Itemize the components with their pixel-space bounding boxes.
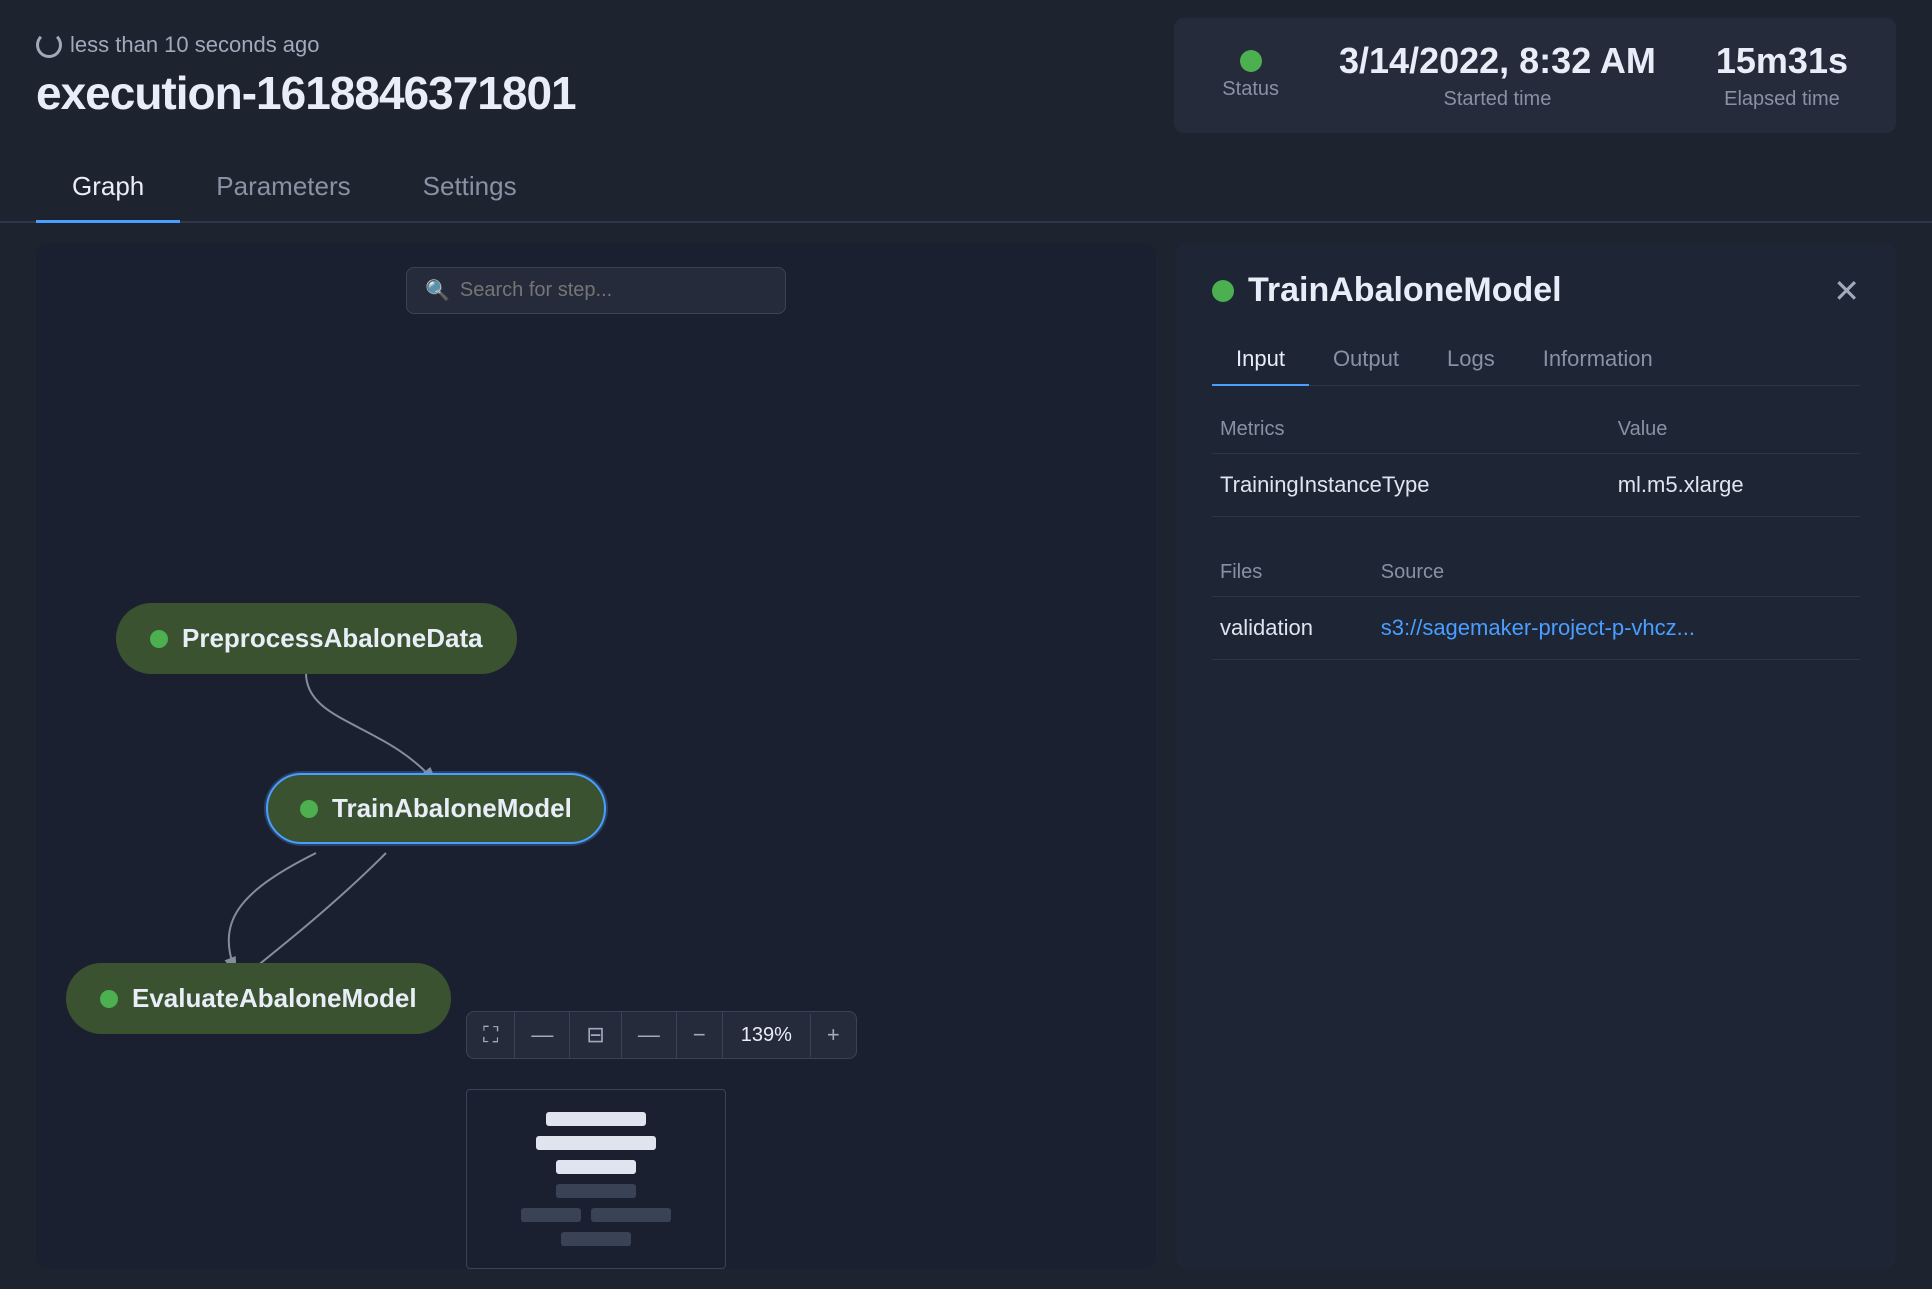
files-col-header: Files [1212, 549, 1373, 597]
tab-parameters[interactable]: Parameters [180, 153, 386, 223]
mini-map-bar-1 [546, 1112, 646, 1126]
mini-map-bar-2 [536, 1136, 656, 1150]
mini-map [466, 1089, 726, 1269]
node-preprocess-label: PreprocessAbaloneData [182, 623, 483, 654]
detail-title-dot [1212, 280, 1234, 302]
status-value-dot [1240, 50, 1262, 72]
status-item-elapsed: 15m31s Elapsed time [1716, 40, 1848, 111]
status-item-started: 3/14/2022, 8:32 AM Started time [1339, 40, 1656, 111]
refresh-bar: less than 10 seconds ago [36, 32, 576, 58]
zoom-plus-btn[interactable]: + [811, 1012, 856, 1058]
node-train[interactable]: TrainAbaloneModel [266, 773, 606, 844]
zoom-out-btn[interactable]: ― [622, 1012, 677, 1058]
zoom-fit-btn[interactable]: ⛶ [467, 1012, 515, 1058]
node-preprocess-dot [150, 630, 168, 648]
node-evaluate-label: EvaluateAbaloneModel [132, 983, 417, 1014]
zoom-level: 139% [723, 1014, 811, 1057]
header: less than 10 seconds ago execution-16188… [0, 0, 1932, 143]
detail-tab-input[interactable]: Input [1212, 334, 1309, 386]
zoom-fit2-btn[interactable]: ⊟ [570, 1012, 621, 1058]
detail-panel: TrainAbaloneModel ✕ Input Output Logs In… [1176, 243, 1896, 1269]
detail-tab-logs[interactable]: Logs [1423, 334, 1519, 386]
node-evaluate[interactable]: EvaluateAbaloneModel [66, 963, 451, 1034]
files-row-1: validation s3://sagemaker-project-p-vhcz… [1212, 597, 1860, 660]
files-table: Files Source validation s3://sagemaker-p… [1212, 549, 1860, 660]
close-btn[interactable]: ✕ [1833, 272, 1860, 310]
zoom-sm-btn[interactable]: ― [515, 1012, 570, 1058]
node-evaluate-dot [100, 990, 118, 1008]
detail-title: TrainAbaloneModel [1212, 271, 1562, 310]
elapsed-time-label: Elapsed time [1724, 88, 1840, 111]
started-time-label: Started time [1444, 88, 1552, 111]
search-icon: 🔍 [425, 278, 450, 303]
main-content: 🔍 PreprocessAbaloneData TrainAbaloneMo [0, 223, 1932, 1289]
node-preprocess[interactable]: PreprocessAbaloneData [116, 603, 517, 674]
mini-map-bar-7 [561, 1232, 631, 1246]
metrics-row-1-value: ml.m5.xlarge [1610, 454, 1860, 517]
header-left: less than 10 seconds ago execution-16188… [36, 32, 576, 120]
execution-title: execution-1618846371801 [36, 66, 576, 120]
metrics-row-1-metric: TrainingInstanceType [1212, 454, 1610, 517]
metrics-row-1: TrainingInstanceType ml.m5.xlarge [1212, 454, 1860, 517]
status-card: Status 3/14/2022, 8:32 AM Started time 1… [1174, 18, 1896, 133]
zoom-controls: ⛶ ― ⊟ ― − 139% + [466, 1011, 857, 1059]
zoom-minus-btn[interactable]: − [677, 1012, 723, 1058]
mini-map-bar-3 [556, 1160, 636, 1174]
detail-tab-information[interactable]: Information [1519, 334, 1677, 386]
detail-tab-output[interactable]: Output [1309, 334, 1423, 386]
main-tabs: Graph Parameters Settings [0, 153, 1932, 223]
metrics-col-header: Metrics [1212, 406, 1610, 454]
search-input[interactable] [460, 279, 767, 302]
source-col-header: Source [1373, 549, 1860, 597]
status-green-dot [1240, 50, 1262, 72]
search-bar[interactable]: 🔍 [406, 267, 786, 314]
value-col-header: Value [1610, 406, 1860, 454]
tab-settings[interactable]: Settings [387, 153, 553, 223]
status-label: Status [1222, 78, 1279, 101]
started-time-value: 3/14/2022, 8:32 AM [1339, 40, 1656, 82]
status-item-status: Status [1222, 50, 1279, 101]
tab-graph[interactable]: Graph [36, 153, 180, 223]
detail-header: TrainAbaloneModel ✕ [1212, 271, 1860, 310]
files-row-1-file: validation [1212, 597, 1373, 660]
mini-map-bar-6 [591, 1208, 671, 1222]
files-row-1-source[interactable]: s3://sagemaker-project-p-vhcz... [1373, 597, 1860, 660]
refresh-icon[interactable] [36, 32, 62, 58]
refresh-text: less than 10 seconds ago [70, 32, 320, 58]
elapsed-time-value: 15m31s [1716, 40, 1848, 82]
detail-tabs: Input Output Logs Information [1212, 334, 1860, 386]
graph-panel: 🔍 PreprocessAbaloneData TrainAbaloneMo [36, 243, 1156, 1269]
mini-map-bar-4 [556, 1184, 636, 1198]
metrics-table: Metrics Value TrainingInstanceType ml.m5… [1212, 406, 1860, 517]
mini-map-bar-5 [521, 1208, 581, 1222]
node-train-label: TrainAbaloneModel [332, 793, 572, 824]
node-train-dot [300, 800, 318, 818]
detail-title-text: TrainAbaloneModel [1248, 271, 1562, 310]
